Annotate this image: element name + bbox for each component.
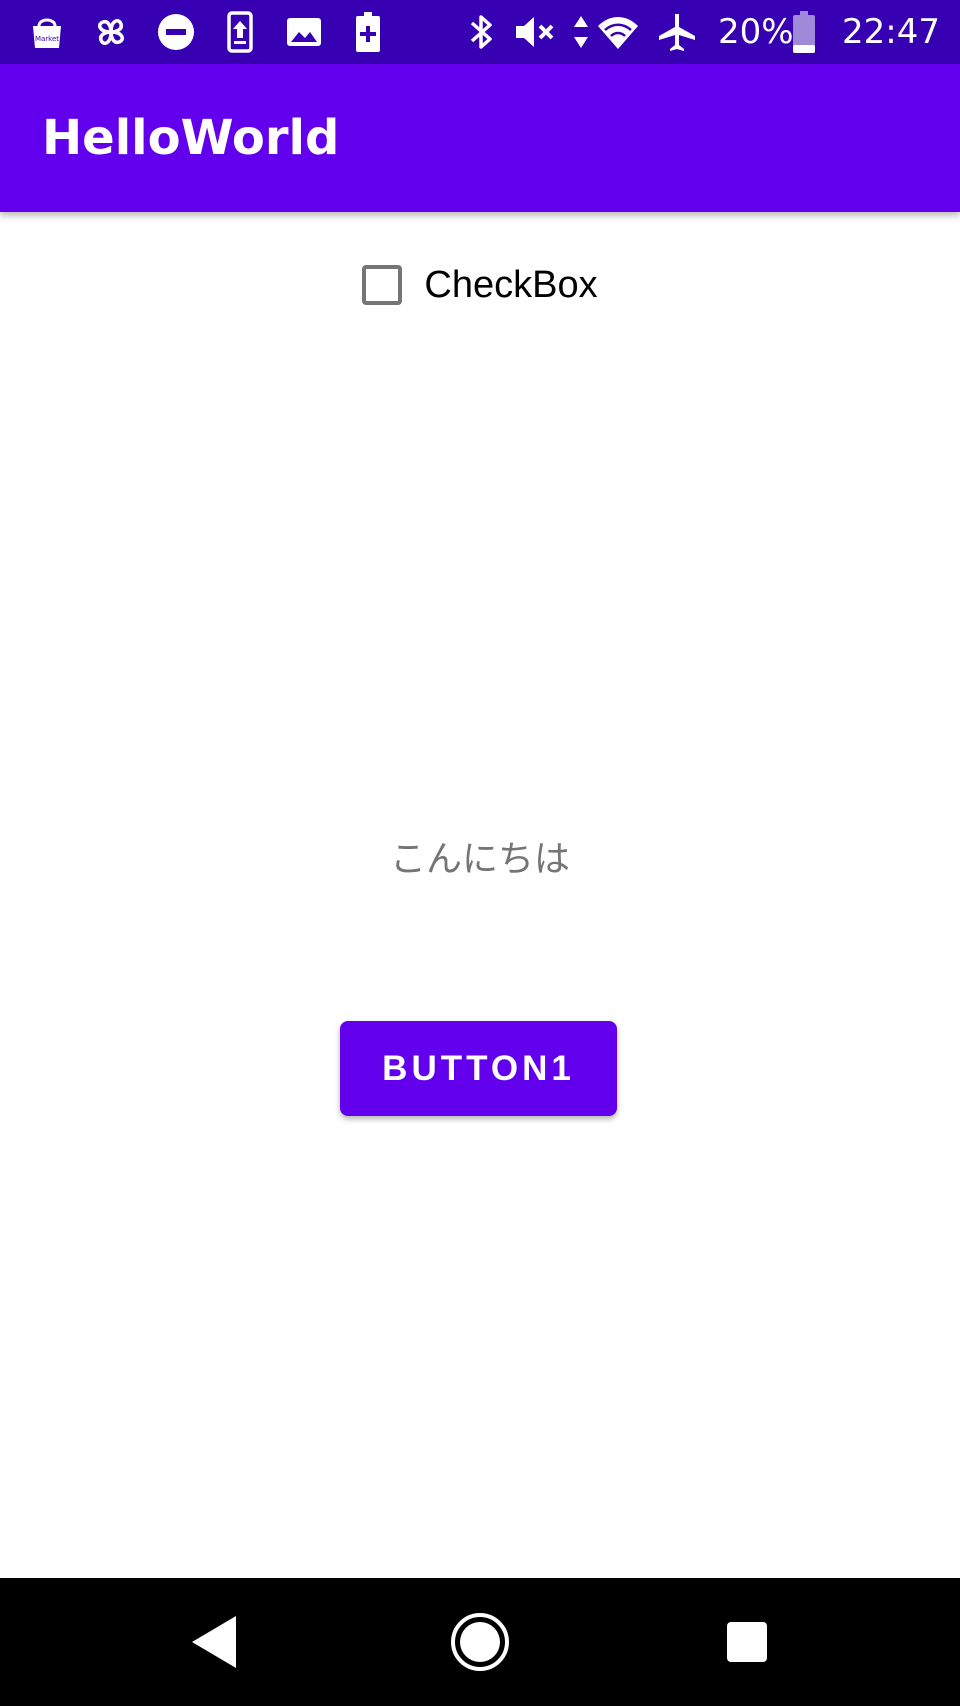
- volume-muted-icon: [512, 10, 556, 54]
- data-arrows-icon: [563, 10, 599, 54]
- button1[interactable]: BUTTON1: [340, 1021, 617, 1116]
- checkbox-box[interactable]: [362, 265, 403, 305]
- home-icon[interactable]: [440, 1602, 520, 1682]
- greeting-text: こんにちは: [389, 839, 570, 880]
- status-bar: Market 20% 22:47: [0, 0, 960, 64]
- pinwheel-icon: [89, 10, 133, 54]
- battery-percent: 20%: [718, 12, 794, 52]
- checkbox-label[interactable]: CheckBox: [424, 264, 597, 307]
- image-icon: [282, 10, 326, 54]
- phone-update-icon: [218, 10, 262, 54]
- svg-text:Market: Market: [35, 35, 59, 43]
- clock: 22:47: [842, 12, 940, 52]
- checkbox-row: CheckBox: [0, 254, 960, 316]
- app-bar: HelloWorld: [0, 64, 960, 212]
- screen: Market 20% 22:47 HelloWorld CheckBox こんに…: [0, 0, 960, 1706]
- app-title: HelloWorld: [42, 110, 340, 166]
- battery-charge-icon: [346, 10, 390, 54]
- battery-icon: [788, 10, 820, 54]
- market-icon: Market: [25, 10, 69, 54]
- airplane-icon: [655, 10, 699, 54]
- checkbox[interactable]: CheckBox: [362, 264, 598, 307]
- navigation-bar: [0, 1578, 960, 1706]
- back-icon[interactable]: [174, 1602, 254, 1682]
- bluetooth-icon: [459, 10, 503, 54]
- do-not-disturb-icon: [154, 10, 198, 54]
- wifi-icon: [596, 10, 640, 54]
- recents-icon[interactable]: [707, 1602, 787, 1682]
